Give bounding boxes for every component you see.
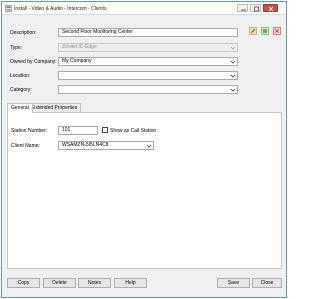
maximize-icon <box>254 6 259 12</box>
delete-button[interactable]: Delete <box>43 278 76 288</box>
chevron-down-icon <box>230 46 236 50</box>
chevron-down-icon <box>230 74 236 78</box>
show-as-call-station-label: Show as Call Station <box>110 128 157 134</box>
owned-by-company-select[interactable]: My Company <box>58 57 238 66</box>
description-value: Second Floor Monitoring Center <box>62 29 133 35</box>
tab-general[interactable]: General <box>7 103 33 113</box>
category-label: Category: <box>10 87 32 93</box>
close-icon <box>268 6 274 12</box>
chevron-down-icon <box>146 144 152 148</box>
save-button[interactable]: Save <box>217 278 250 288</box>
notes-button[interactable]: Notes <box>78 278 111 288</box>
owned-by-company-value: My Company <box>62 58 92 64</box>
station-number-value: 101 <box>62 127 71 133</box>
help-button[interactable]: Help <box>114 278 147 288</box>
description-input[interactable]: Second Floor Monitoring Center <box>58 28 238 37</box>
show-as-call-station-checkbox[interactable] <box>102 127 108 133</box>
location-select[interactable] <box>58 71 238 80</box>
station-number-input[interactable]: 101 <box>58 126 98 135</box>
description-label: Description: <box>10 30 37 36</box>
window-title: Install - Video & Audio - Intercom - Cli… <box>14 6 107 12</box>
maximize-button[interactable] <box>250 4 261 12</box>
type-value: Zenitel IC-Edge <box>62 44 97 50</box>
minimize-button[interactable] <box>237 4 248 12</box>
station-number-label: Station Number: <box>11 128 48 134</box>
edit-icon[interactable] <box>249 27 257 35</box>
button-bar: Copy Delete Notes Help Save Close <box>2 272 286 297</box>
delete-icon[interactable] <box>273 27 281 35</box>
export-icon[interactable] <box>261 27 269 35</box>
chevron-down-icon <box>230 88 236 92</box>
close-button[interactable]: Close <box>252 278 282 288</box>
minimize-icon <box>241 9 246 11</box>
location-label: Location: <box>10 73 31 79</box>
copy-button[interactable]: Copy <box>7 278 40 288</box>
title-bar[interactable]: Install - Video & Audio - Intercom - Cli… <box>2 2 286 15</box>
app-icon <box>5 5 12 12</box>
close-window-button[interactable] <box>263 4 278 12</box>
category-select[interactable] <box>58 85 238 94</box>
type-select: Zenitel IC-Edge <box>58 43 238 52</box>
general-tab-panel <box>7 112 282 269</box>
owned-by-company-label: Owned by Company: <box>10 59 57 65</box>
client-name-select[interactable]: WSAMZN-5I5LN4C8 <box>58 141 154 150</box>
client-name-value: WSAMZN-5I5LN4C8 <box>62 142 109 148</box>
type-label: Type: <box>10 45 23 51</box>
client-name-label: Client Name: <box>11 143 40 149</box>
dialog-window: Install - Video & Audio - Intercom - Cli… <box>1 1 287 298</box>
tab-extended-properties[interactable]: Extended Properties <box>28 103 82 112</box>
chevron-down-icon <box>230 60 236 64</box>
